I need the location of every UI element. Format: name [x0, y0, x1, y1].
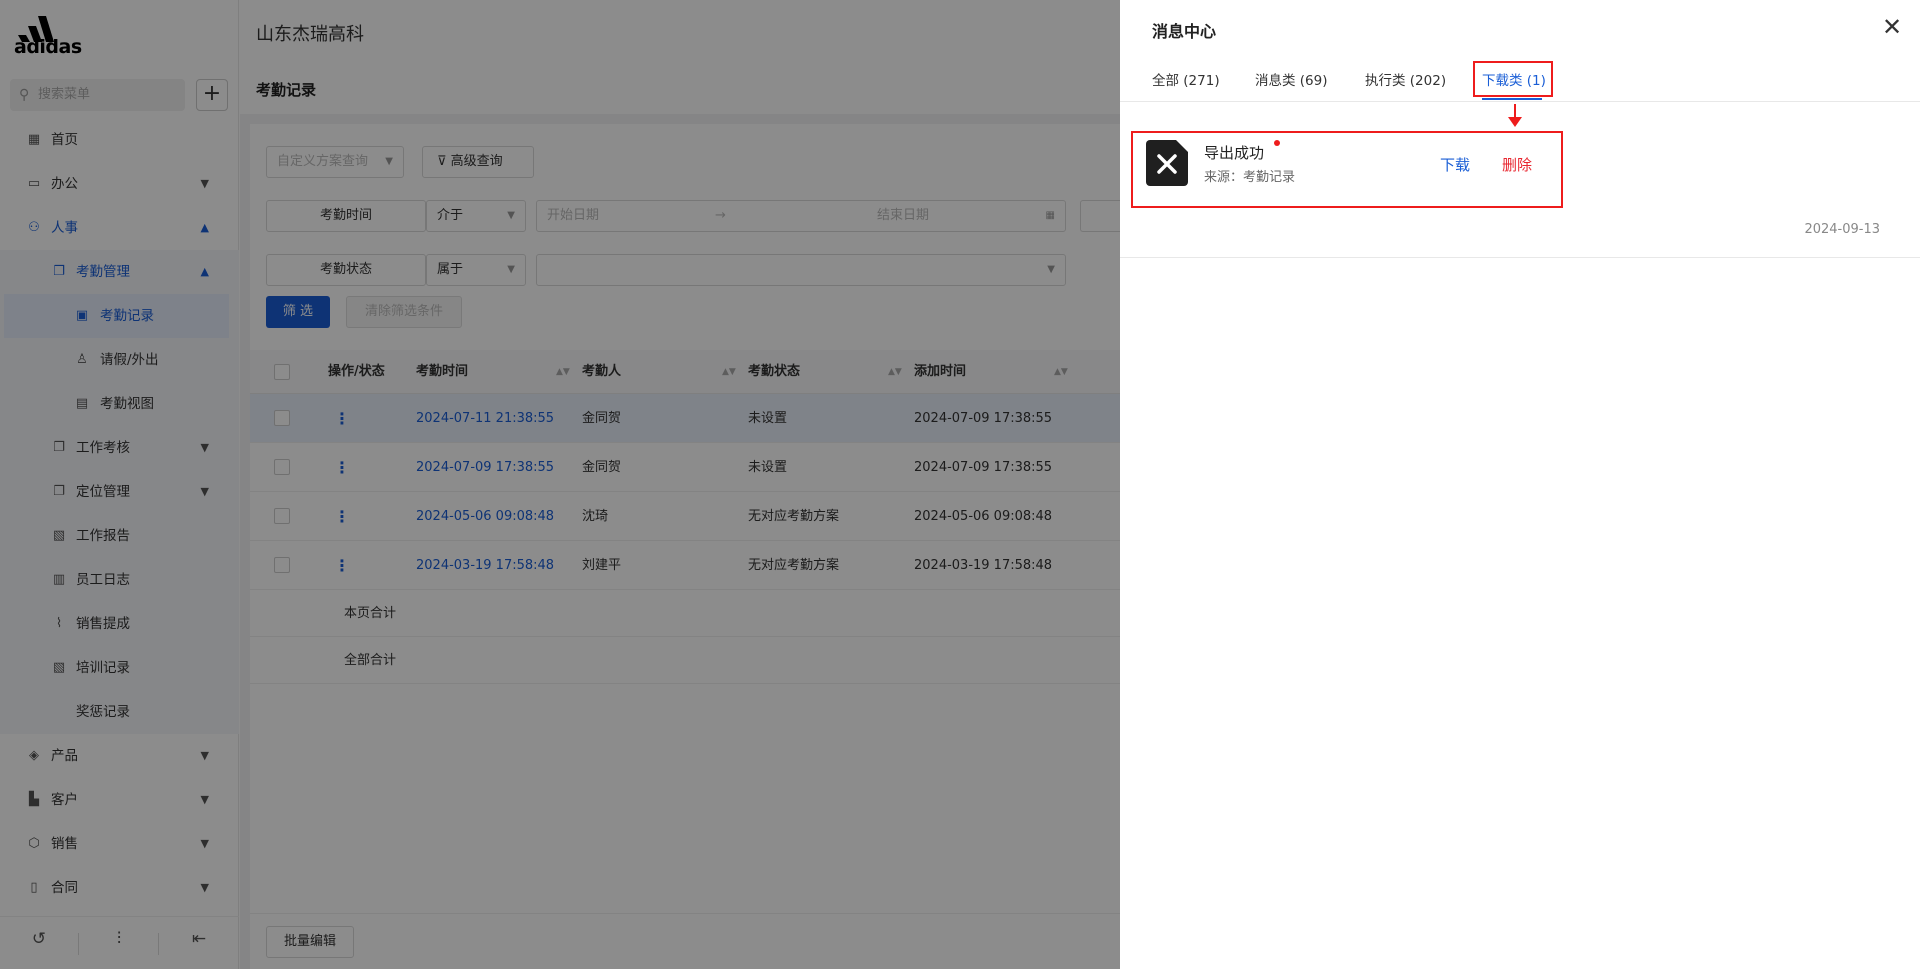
close-icon[interactable]: ✕	[1882, 14, 1902, 40]
drawer-title: 消息中心	[1152, 22, 1217, 41]
tab-all[interactable]: 全部 (271)	[1152, 69, 1220, 89]
tab-messages[interactable]: 消息类 (69)	[1255, 69, 1328, 89]
annotation-box-message	[1131, 131, 1563, 208]
tab-execution[interactable]: 执行类 (202)	[1365, 69, 1446, 89]
active-tab-indicator	[1482, 98, 1542, 100]
message-center-drawer: 消息中心 ✕ 全部 (271) 消息类 (69) 执行类 (202) 下载类 (…	[1120, 0, 1920, 969]
message-date: 2024-09-13	[1804, 222, 1880, 237]
annotation-box-tab	[1473, 61, 1553, 97]
